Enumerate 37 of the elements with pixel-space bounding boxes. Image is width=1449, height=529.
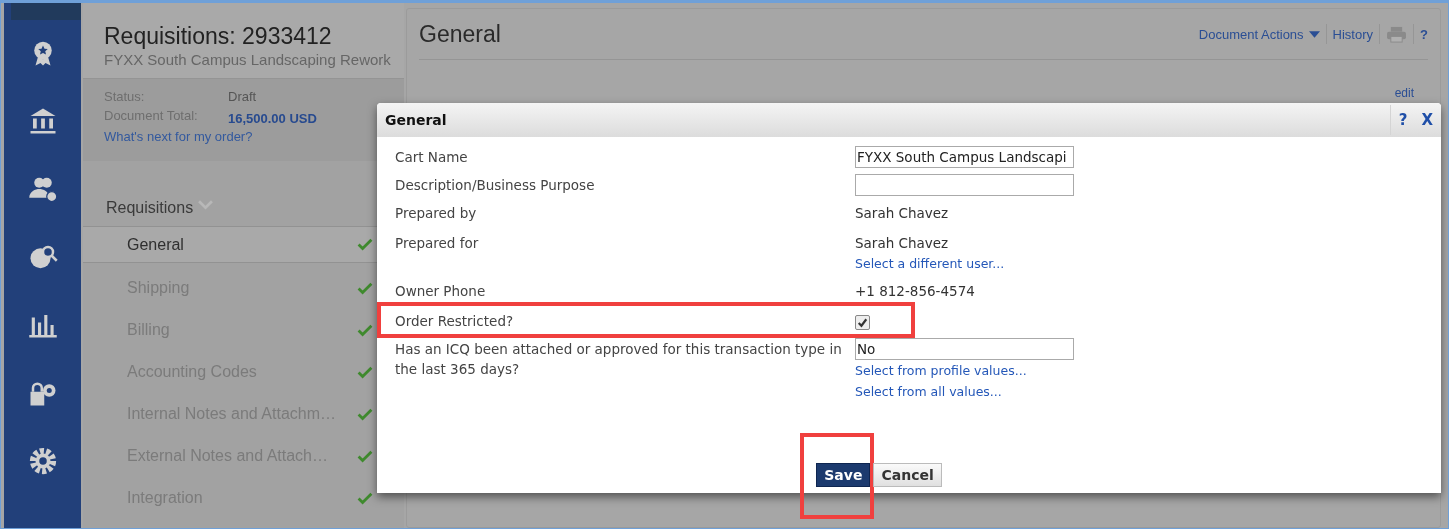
field-label: Owner Phone bbox=[395, 282, 487, 301]
field-label: Prepared for bbox=[395, 234, 480, 253]
dialog-title: General bbox=[385, 112, 447, 128]
history-link[interactable]: History bbox=[1332, 26, 1374, 42]
input-field[interactable]: FYXX South Campus Landscapi bbox=[855, 146, 1074, 168]
rail-top-bar bbox=[11, 3, 81, 20]
field-value: Sarah Chavez bbox=[855, 204, 949, 223]
total-value: 16,500.00 USD bbox=[228, 110, 317, 128]
nav-heading[interactable]: Requisitions bbox=[106, 199, 194, 217]
page-subtitle: FYXX South Campus Landscaping Rework bbox=[104, 51, 392, 68]
nav-item[interactable]: General bbox=[83, 227, 377, 263]
field-label: Description/Business Purpose bbox=[395, 176, 596, 195]
help-link[interactable]: ? bbox=[1398, 111, 1408, 129]
save-button[interactable]: Save bbox=[816, 463, 871, 487]
checkbox[interactable] bbox=[855, 315, 870, 330]
field-label: Has an ICQ been attached or approved for this transaction type in the last 365 days? bbox=[395, 340, 843, 379]
select-link[interactable]: Select from profile values... bbox=[855, 360, 1074, 381]
whats-next-link[interactable]: What's next for my order? bbox=[104, 129, 253, 144]
help-link[interactable]: ? bbox=[1420, 26, 1428, 42]
cancel-button[interactable]: Cancel bbox=[873, 463, 942, 487]
edit-link[interactable]: edit bbox=[1394, 86, 1414, 100]
field-value: Sarah Chavez bbox=[855, 234, 950, 253]
settings-icon[interactable] bbox=[27, 446, 58, 476]
field-label: Cart Name bbox=[395, 148, 469, 167]
field-value: +1 812-856-4574 bbox=[855, 282, 975, 301]
select-link[interactable]: Select from all values... bbox=[855, 381, 1074, 402]
document-actions-menu[interactable]: Document Actions bbox=[1198, 26, 1320, 42]
close-button[interactable]: X bbox=[1421, 111, 1433, 129]
field-label: Prepared by bbox=[395, 204, 478, 223]
status-value: Draft bbox=[228, 88, 257, 106]
caret-down-icon bbox=[1308, 30, 1320, 38]
select-link[interactable]: Select a different user... bbox=[855, 253, 1005, 274]
page-title: Requisitions: 2933412 bbox=[104, 23, 333, 49]
input-field[interactable]: No bbox=[855, 338, 1074, 360]
input-field[interactable] bbox=[855, 174, 1074, 196]
section-title: General bbox=[419, 20, 501, 48]
field-label: Order Restricted? bbox=[395, 312, 515, 331]
